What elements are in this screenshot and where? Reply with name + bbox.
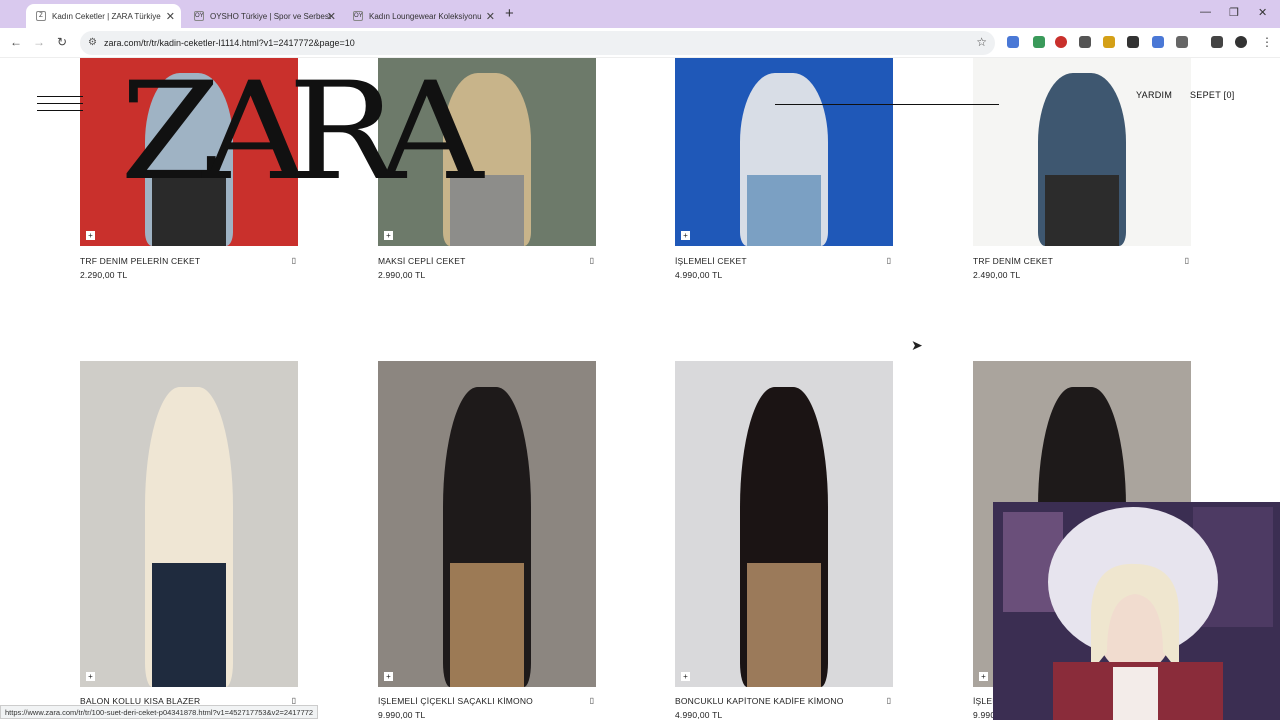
add-to-cart-icon[interactable]: + [384,672,393,681]
product-card[interactable]: + BONCUKLU KAPİTONE KADİFE KİMONO 4.990,… [675,361,893,720]
extension-lips-icon[interactable] [1055,36,1067,48]
translate-extension-icon[interactable] [1007,36,1019,48]
tab-loungewear[interactable]: OY Kadın Loungewear Koleksiyonu ✕ [343,4,501,28]
product-price: 2.490,00 TL [973,270,1021,280]
new-tab-icon[interactable]: + [505,5,514,22]
oysho-favicon-icon: OY [194,11,204,21]
model-lower [746,174,822,246]
product-price: 2.990,00 TL [378,270,426,280]
product-image[interactable]: + [378,361,596,687]
extension-badge-icon[interactable] [1033,36,1045,48]
webcam-overlay [993,502,1280,720]
status-url-bar: https://www.zara.com/tr/tr/100-suet-deri… [0,705,319,719]
model-lower [746,563,822,687]
url-text: zara.com/tr/tr/kadin-ceketler-l1114.html… [104,38,355,48]
tab-zara[interactable]: Z Kadın Ceketler | ZARA Türkiye ✕ [26,4,181,28]
product-card[interactable]: + BALON KOLLU KISA BLAZER ▯ [80,361,298,720]
product-card[interactable]: + İŞLEMELİ CEKET 4.990,00 TL ▯ [675,58,893,288]
help-link[interactable]: YARDIM [1136,90,1172,100]
tab-title: Kadın Loungewear Koleksiyonu [369,11,482,21]
back-icon[interactable]: ← [10,35,22,49]
close-window-icon[interactable]: ✕ [1258,6,1267,19]
bookmark-icon[interactable]: ▯ [590,696,594,705]
close-tab-icon[interactable]: ✕ [327,10,336,23]
bookmark-icon[interactable]: ▯ [887,696,891,705]
oysho-favicon-icon: OY [353,11,363,21]
product-price: 9.990 [973,710,996,720]
model-lower [151,563,227,687]
search-underline[interactable] [775,104,999,105]
product-card[interactable]: + İŞLEMELİ ÇİÇEKLİ SAÇAKLI KİMONO 9.990,… [378,361,596,720]
tab-title: Kadın Ceketler | ZARA Türkiye [52,11,161,21]
menu-dots-icon[interactable]: ⋮ [1261,35,1273,49]
bookmark-icon[interactable]: ▯ [590,256,594,265]
model-lower [449,563,525,687]
browser-tab-strip: Z Kadın Ceketler | ZARA Türkiye ✕ OY OYS… [0,0,1280,28]
mouse-cursor-icon: ➤ [911,337,923,353]
reload-icon[interactable]: ↻ [57,35,67,49]
product-name[interactable]: MAKSİ CEPLİ CEKET [378,256,465,266]
add-to-cart-icon[interactable]: + [86,672,95,681]
close-tab-icon[interactable]: ✕ [486,10,495,23]
tab-oysho[interactable]: OY OYSHO Türkiye | Spor ve Serbest ✕ [184,4,342,28]
product-name[interactable]: İŞLEMELİ CEKET [675,256,747,266]
address-bar[interactable]: ⚙ zara.com/tr/tr/kadin-ceketler-l1114.ht… [80,31,995,55]
extension-icon[interactable] [1079,36,1091,48]
product-price: 2.290,00 TL [80,270,128,280]
minimize-icon[interactable]: — [1200,6,1211,18]
product-image[interactable]: + [80,361,298,687]
extension-shield-icon[interactable] [1103,36,1115,48]
add-to-cart-icon[interactable]: + [979,672,988,681]
zara-favicon-icon: Z [36,11,46,21]
site-info-icon[interactable]: ⚙ [88,37,97,48]
bookmark-star-icon[interactable]: ☆ [976,35,987,49]
tab-title: OYSHO Türkiye | Spor ve Serbest [210,11,332,21]
add-to-cart-icon[interactable]: + [681,231,690,240]
product-name[interactable]: BONCUKLU KAPİTONE KADİFE KİMONO [675,696,844,706]
menu-hamburger-icon[interactable] [37,96,83,117]
close-tab-icon[interactable]: ✕ [166,10,175,23]
model-lower [1044,174,1120,246]
product-price: 4.990,00 TL [675,270,723,280]
product-price: 9.990,00 TL [378,710,426,720]
product-name[interactable]: İŞLEMELİ ÇİÇEKLİ SAÇAKLI KİMONO [378,696,533,706]
extension-icon[interactable] [1127,36,1139,48]
product-image[interactable]: + [675,58,893,246]
forward-icon[interactable]: → [33,35,45,49]
product-image[interactable]: + [675,361,893,687]
product-price: 4.990,00 TL [675,710,723,720]
restore-icon[interactable]: ❐ [1229,6,1239,19]
add-to-cart-icon[interactable]: + [86,231,95,240]
product-image[interactable] [973,58,1191,246]
product-name[interactable]: TRF DENİM CEKET [973,256,1053,266]
cart-link[interactable]: SEPET [0] [1190,90,1235,100]
extension-icon[interactable] [1152,36,1164,48]
add-to-cart-icon[interactable]: + [384,231,393,240]
extensions-puzzle-icon[interactable] [1176,36,1188,48]
bookmark-icon[interactable]: ▯ [292,696,296,705]
bookmark-icon[interactable]: ▯ [292,256,296,265]
streamer-video [993,502,1280,720]
profile-avatar-icon[interactable] [1235,36,1247,48]
media-control-icon[interactable] [1211,36,1223,48]
product-name[interactable]: TRF DENİM PELERİN CEKET [80,256,200,266]
bookmark-icon[interactable]: ▯ [887,256,891,265]
add-to-cart-icon[interactable]: + [681,672,690,681]
zara-logo[interactable]: ZARA [120,64,483,199]
bookmark-icon[interactable]: ▯ [1185,256,1189,265]
